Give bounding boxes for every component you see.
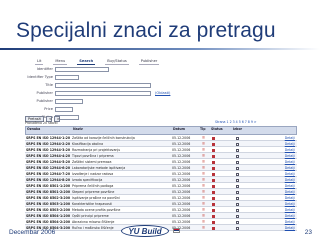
publisher-input[interactable] <box>55 91 151 96</box>
status-flag-icon <box>212 184 215 188</box>
tab-item[interactable]: Lit <box>35 59 44 65</box>
status-flag-icon <box>212 202 215 206</box>
column-header[interactable]: Naziv <box>73 127 83 132</box>
column-header[interactable]: Tip <box>200 127 206 132</box>
select-checkbox[interactable] <box>236 148 239 152</box>
slide-title: Specijalni znaci za pretragu <box>16 19 276 42</box>
status-flag-icon <box>212 160 215 164</box>
field-label: Identifier Type <box>27 75 53 79</box>
categories-link[interactable]: (Oblasti) <box>155 90 170 96</box>
select-checkbox[interactable] <box>236 184 239 188</box>
column-header[interactable]: Izbor <box>233 127 242 132</box>
select-checkbox[interactable] <box>236 190 239 194</box>
select-checkbox[interactable] <box>236 160 239 164</box>
table-header: Oznaka Naziv Datum Tip Status Izbor <box>25 126 297 135</box>
flag-icon <box>173 228 180 233</box>
tab-item[interactable]: Publisher <box>138 59 160 65</box>
status-flag-icon <box>212 166 215 170</box>
title-divider <box>0 48 320 50</box>
column-header[interactable]: Oznaka <box>27 127 40 132</box>
status-flag-icon <box>212 136 215 140</box>
yu-build-logo: YU Build <box>121 225 169 237</box>
details-link[interactable]: Detalji <box>275 225 295 231</box>
select-checkbox[interactable] <box>236 172 239 176</box>
title-input[interactable] <box>55 83 151 88</box>
select-checkbox[interactable] <box>236 136 239 140</box>
field-label: Price <box>44 107 53 111</box>
field-label: Title <box>45 83 53 87</box>
status-flag-icon <box>212 148 215 152</box>
logo-text: YU Build <box>128 226 162 236</box>
select-checkbox[interactable] <box>236 214 239 218</box>
price-input[interactable] <box>55 107 73 112</box>
column-header[interactable]: Datum <box>173 127 185 132</box>
status-flag-icon <box>212 178 215 182</box>
status-flag-icon <box>212 142 215 146</box>
document-icon[interactable]: ☰ <box>201 225 206 231</box>
status-flag-icon <box>212 196 215 200</box>
embedded-app-screenshot: Lit Menu Search Buy/Status Publisher Ide… <box>25 57 297 231</box>
status-flag-icon <box>212 220 215 224</box>
app-tab-bar: Lit Menu Search Buy/Status Publisher <box>35 59 160 65</box>
select-checkbox[interactable] <box>236 196 239 200</box>
page-number: 23 <box>304 229 312 236</box>
select-checkbox[interactable] <box>236 142 239 146</box>
select-checkbox[interactable] <box>236 226 239 230</box>
status-flag-icon <box>212 154 215 158</box>
select-checkbox[interactable] <box>236 154 239 158</box>
select-checkbox[interactable] <box>236 202 239 206</box>
pagination[interactable]: Strana 1 2 3 4 5 6 7 8 9 > <box>215 120 257 125</box>
column-header[interactable]: Status <box>211 127 223 132</box>
table-body: SRPS EN ISO 12944-1:2006 Zaštita od koroz… <box>25 135 297 231</box>
tab-item-active[interactable]: Search <box>77 59 96 65</box>
results-table: Oznaka Naziv Datum Tip Status Izbor SRPS… <box>25 126 297 231</box>
footer-date: Decembar 2006 <box>9 229 56 236</box>
field-label: Publisher <box>36 99 54 103</box>
status-flag-icon <box>212 208 215 212</box>
select-checkbox[interactable] <box>236 208 239 212</box>
status-flag-icon <box>212 226 215 230</box>
status-flag-icon <box>212 214 215 218</box>
field-label: Publisher <box>36 91 54 95</box>
field-label: Identifier <box>36 67 53 71</box>
search-form: Identifier Identifier Type Title Publish… <box>25 66 185 122</box>
identifier-type-select[interactable] <box>55 75 79 80</box>
identifier-input[interactable] <box>55 67 109 72</box>
select-checkbox[interactable] <box>236 178 239 182</box>
tab-item[interactable]: Menu <box>53 59 68 65</box>
status-flag-icon <box>212 190 215 194</box>
status-flag-icon <box>212 172 215 176</box>
select-checkbox[interactable] <box>236 166 239 170</box>
select-checkbox[interactable] <box>236 220 239 224</box>
publisher-code-input[interactable] <box>55 99 83 104</box>
tab-item[interactable]: Buy/Status <box>105 59 129 65</box>
